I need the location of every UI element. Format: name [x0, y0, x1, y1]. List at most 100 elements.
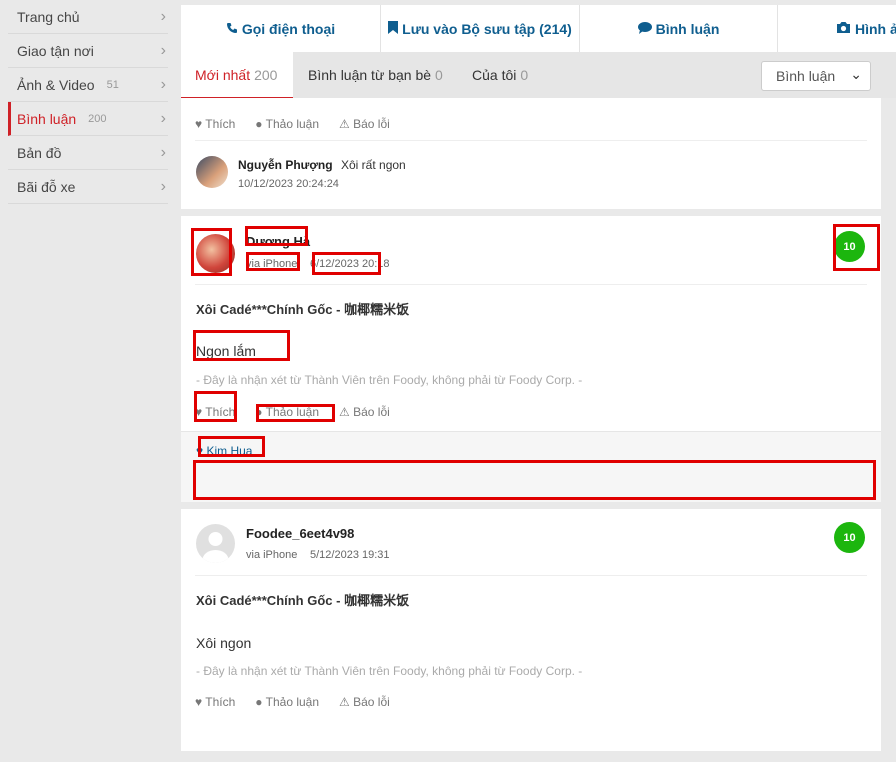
warning-icon: ⚠: [339, 405, 350, 419]
review-score-badge: 10: [834, 522, 865, 553]
review-card: Foodee_6eet4v98 via iPhone 5/12/2023 19:…: [181, 509, 881, 751]
chevron-right-icon: ›: [160, 144, 166, 161]
sidebar-item-label: Trang chủ: [17, 8, 80, 25]
avatar[interactable]: [196, 524, 235, 563]
chevron-right-icon: ›: [160, 8, 166, 25]
chevron-down-icon: ⌄: [850, 66, 862, 82]
review-actions: ♥ Thích ● Thảo luận ⚠ Báo lỗi: [195, 117, 410, 131]
likers-section: ♥ Kim Hua: [181, 431, 881, 502]
review-disclaimer: - Đây là nhận xét từ Thành Viên trên Foo…: [196, 664, 583, 678]
tab-label: Bình luận từ bạn bè: [308, 67, 432, 83]
save-label: Lưu vào Bộ sưu tập (214): [402, 21, 572, 37]
comment-icon: [637, 21, 652, 37]
report-label: Báo lỗi: [353, 695, 390, 709]
like-label: Thích: [205, 695, 236, 709]
review-score-badge: 10: [834, 231, 865, 262]
like-label: Thích: [205, 117, 236, 131]
discuss-label: Thảo luận: [265, 695, 320, 709]
tab-count: 0: [435, 67, 443, 83]
sort-select-value: Bình luận: [776, 68, 836, 84]
comment-label: Bình luận: [655, 21, 720, 37]
review-body: Ngon lắm: [196, 343, 256, 359]
sidebar: Trang chủ › Giao tận nơi › Ảnh & Video 5…: [0, 0, 168, 762]
like-button[interactable]: ♥ Thích: [195, 405, 235, 419]
tab-friends[interactable]: Bình luận từ bạn bè 0: [308, 52, 443, 98]
tab-label: Mới nhất: [195, 66, 251, 83]
divider: [195, 140, 867, 141]
call-label: Gọi điện thoại: [241, 21, 336, 37]
review-tabs: Mới nhất 200 Bình luận từ bạn bè 0 Của t…: [181, 52, 896, 98]
sidebar-item-reviews[interactable]: Bình luận 200 ›: [8, 102, 168, 136]
review-disclaimer: - Đây là nhận xét từ Thành Viên trên Foo…: [196, 373, 583, 387]
review-timestamp: 6/12/2023 20:18: [310, 258, 390, 270]
review-card: ♥ Thích ● Thảo luận ⚠ Báo lỗi Nguyễn Phư…: [181, 98, 881, 209]
sidebar-item-label: Bình luận: [17, 110, 77, 127]
reviewer-name[interactable]: Dương Hà: [246, 234, 310, 249]
sidebar-item-parking[interactable]: Bãi đỗ xe ›: [8, 170, 168, 204]
sort-select[interactable]: Bình luận ⌄: [761, 61, 871, 91]
discuss-label: Thảo luận: [265, 117, 320, 131]
avatar[interactable]: [196, 156, 228, 188]
sidebar-item-count: 200: [88, 112, 107, 125]
reply-timestamp: 10/12/2023 20:24:24: [238, 178, 339, 190]
review-timestamp: 5/12/2023 19:31: [310, 549, 390, 561]
discuss-label: Thảo luận: [265, 405, 320, 419]
heart-icon: ♥: [195, 117, 203, 131]
heart-icon: ♥: [196, 444, 204, 458]
like-label: Thích: [205, 405, 236, 419]
camera-icon: [836, 21, 851, 37]
sidebar-item-label: Giao tận nơi: [17, 42, 94, 59]
review-actions: ♥ Thích ● Thảo luận ⚠ Báo lỗi: [195, 405, 410, 419]
divider: [195, 575, 867, 576]
tab-newest[interactable]: Mới nhất 200: [181, 52, 293, 98]
discuss-button[interactable]: ● Thảo luận: [255, 695, 319, 709]
sidebar-item-photos[interactable]: Ảnh & Video 51 ›: [8, 68, 168, 102]
action-bar: Gọi điện thoại Lưu vào Bộ sưu tập (214) …: [181, 5, 896, 53]
review-actions: ♥ Thích ● Thảo luận ⚠ Báo lỗi: [195, 695, 410, 709]
tab-count: 200: [254, 66, 278, 83]
chat-icon: ●: [255, 117, 263, 131]
like-button[interactable]: ♥ Thích: [195, 117, 235, 131]
like-button[interactable]: ♥ Thích: [195, 695, 235, 709]
photo-button[interactable]: Hình ả: [778, 5, 896, 53]
report-button[interactable]: ⚠ Báo lỗi: [339, 405, 390, 419]
save-to-collection-button[interactable]: Lưu vào Bộ sưu tập (214): [381, 5, 580, 53]
sidebar-item-delivery[interactable]: Giao tận nơi ›: [8, 34, 168, 68]
chat-icon: ●: [255, 695, 263, 709]
sidebar-item-map[interactable]: Bản đồ ›: [8, 136, 168, 170]
reply-user-name[interactable]: Nguyễn Phượng: [238, 158, 333, 172]
chevron-right-icon: ›: [160, 42, 166, 59]
report-label: Báo lỗi: [353, 117, 390, 131]
review-card: Dương Hà via iPhone 6/12/2023 20:18 10 X…: [181, 216, 881, 502]
tab-mine[interactable]: Của tôi 0: [472, 52, 528, 98]
review-title[interactable]: Xôi Cadé***Chính Gốc - 咖椰糯米饭: [196, 590, 409, 609]
avatar[interactable]: [196, 234, 235, 273]
sidebar-item-home[interactable]: Trang chủ ›: [8, 0, 168, 34]
warning-icon: ⚠: [339, 695, 350, 709]
default-avatar-icon: [202, 532, 229, 563]
divider: [195, 284, 867, 285]
heart-icon: ♥: [195, 695, 203, 709]
discuss-button[interactable]: ● Thảo luận: [255, 117, 319, 131]
reviewer-name[interactable]: Foodee_6eet4v98: [246, 526, 354, 541]
chevron-right-icon: ›: [160, 178, 166, 195]
liker-name[interactable]: Kim Hua: [206, 444, 252, 458]
sidebar-item-label: Ảnh & Video: [17, 76, 95, 93]
chat-icon: ●: [255, 405, 263, 419]
review-title[interactable]: Xôi Cadé***Chính Gốc - 咖椰糯米饭: [196, 299, 409, 318]
report-button[interactable]: ⚠ Báo lỗi: [339, 695, 390, 709]
sidebar-item-label: Bãi đỗ xe: [17, 178, 76, 195]
phone-icon: [226, 22, 238, 37]
photo-label: Hình ả: [855, 21, 896, 37]
liker-link[interactable]: ♥ Kim Hua: [196, 444, 252, 458]
device-label: via iPhone: [246, 549, 298, 561]
call-button[interactable]: Gọi điện thoại: [181, 5, 381, 53]
discuss-button[interactable]: ● Thảo luận: [255, 405, 319, 419]
chevron-right-icon: ›: [160, 110, 166, 127]
report-label: Báo lỗi: [353, 405, 390, 419]
sidebar-item-count: 51: [106, 78, 119, 91]
device-label: via iPhone: [246, 258, 298, 270]
comment-button[interactable]: Bình luận: [580, 5, 778, 53]
bookmark-icon: [388, 21, 399, 37]
report-button[interactable]: ⚠ Báo lỗi: [339, 117, 390, 131]
